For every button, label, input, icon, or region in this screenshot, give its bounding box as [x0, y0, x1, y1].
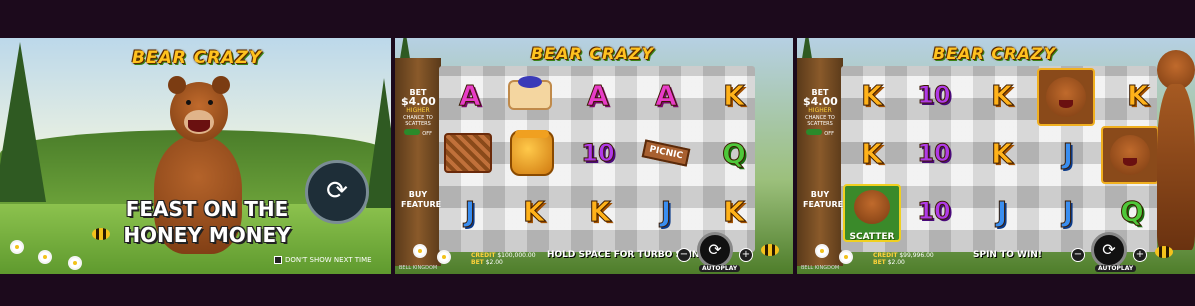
- credit-value: $100,000.00: [497, 252, 536, 259]
- symbol-10: 10: [917, 197, 951, 226]
- bee-icon: [761, 244, 779, 256]
- symbol-k: K: [723, 194, 746, 228]
- daisy-icon: [40, 252, 50, 262]
- credit-value: $99,996.00: [899, 252, 934, 259]
- brand-label: BELL KINGDOM: [399, 265, 438, 271]
- symbol-j: J: [996, 194, 1008, 228]
- daisy-icon: [12, 242, 22, 252]
- scatter-bear-icon: SCATTER: [843, 184, 901, 242]
- symbol-k: K: [991, 78, 1014, 112]
- chance-label: CHANCE TO SCATTERS: [403, 115, 433, 127]
- symbol-k: K: [861, 78, 884, 112]
- bet-bottom-value: $2.00: [887, 259, 905, 266]
- status-message: SPIN TO WIN!: [973, 250, 1042, 260]
- dont-show-toggle[interactable]: DON'T SHOW NEXT TIME: [274, 256, 372, 264]
- decrease-bet-button[interactable]: −: [1071, 248, 1085, 262]
- bet-bottom-label: BET: [873, 259, 886, 266]
- picnic-sign-text: PICNIC: [641, 139, 691, 167]
- toggle-state: OFF: [824, 131, 834, 137]
- buy-label: BUY: [810, 190, 830, 199]
- feature-label: FEATURE: [401, 200, 442, 209]
- bear-mascot: [1157, 50, 1195, 250]
- dont-show-label: DON'T SHOW NEXT TIME: [285, 256, 372, 264]
- pine-tree: [366, 78, 391, 208]
- bear-wild-icon: [1037, 68, 1095, 126]
- symbol-k: K: [589, 194, 612, 228]
- autoplay-button[interactable]: AUTOPLAY: [699, 265, 741, 272]
- symbol-j: J: [1062, 194, 1074, 228]
- tagline-line-1: FEAST ON THE: [125, 197, 289, 221]
- symbol-j: J: [660, 194, 672, 228]
- symbol-k: K: [723, 78, 746, 112]
- symbol-j: J: [464, 194, 476, 228]
- ante-toggle[interactable]: [404, 129, 421, 135]
- intro-screen[interactable]: BEAR CRAZY FEAST ON THE HONEY MONEY ⟳ DO…: [0, 38, 391, 274]
- picnic-basket-icon: [441, 126, 495, 180]
- bear-wild-icon: [1101, 126, 1159, 184]
- balance-readout: CREDIT $100,000.00 BET $2.00: [471, 252, 536, 266]
- continue-spin-icon[interactable]: ⟳: [305, 160, 369, 224]
- game-logo: BEAR CRAZY: [531, 44, 655, 63]
- game-logo: BEAR CRAZY: [933, 44, 1057, 63]
- toggle-state: OFF: [422, 131, 432, 137]
- picnic-sign-icon: PICNIC: [639, 126, 693, 180]
- blueberry-pie-icon: [503, 68, 557, 122]
- symbol-10: 10: [917, 81, 951, 110]
- ante-bet-panel[interactable]: BET $4.00 HIGHER CHANCE TO SCATTERS OFF: [401, 88, 436, 138]
- bet-value: $4.00: [803, 95, 838, 108]
- symbol-a: A: [459, 78, 482, 112]
- game-screen-2: BEAR CRAZY BET $4.00 HIGHER CHANCE TO SC…: [797, 38, 1195, 274]
- symbol-k: K: [991, 136, 1014, 170]
- symbol-j: J: [1062, 136, 1074, 170]
- bee-icon: [92, 228, 110, 240]
- scatter-label: SCATTER: [849, 232, 895, 242]
- decrease-bet-button[interactable]: −: [677, 248, 691, 262]
- honey-jar-icon: [505, 126, 559, 180]
- balance-readout: CREDIT $99,996.00 BET $2.00: [873, 252, 934, 266]
- ante-toggle[interactable]: [806, 129, 823, 135]
- bet-bottom-label: BET: [471, 259, 484, 266]
- symbol-q: Q: [1120, 194, 1145, 228]
- tagline: FEAST ON THE HONEY MONEY: [118, 196, 296, 248]
- daisy-icon: [70, 258, 80, 268]
- game-logo: BEAR CRAZY: [132, 48, 263, 68]
- chance-label: CHANCE TO SCATTERS: [805, 115, 835, 127]
- buy-label: BUY: [408, 190, 428, 199]
- autoplay-button[interactable]: AUTOPLAY: [1095, 265, 1137, 272]
- bet-value: $4.00: [401, 95, 436, 108]
- bee-icon: [1155, 246, 1173, 258]
- tagline-line-2: HONEY MONEY: [123, 223, 291, 247]
- symbol-k: K: [861, 136, 884, 170]
- credit-label: CREDIT: [873, 252, 898, 259]
- pine-tree: [0, 42, 46, 202]
- increase-bet-button[interactable]: +: [739, 248, 753, 262]
- buy-feature-button[interactable]: BUY FEATURE: [803, 190, 844, 210]
- increase-bet-button[interactable]: +: [1133, 248, 1147, 262]
- symbol-10: 10: [581, 139, 615, 168]
- spin-button[interactable]: ⟳: [1091, 232, 1127, 268]
- checkbox[interactable]: [274, 256, 282, 264]
- symbol-a: A: [587, 78, 610, 112]
- buy-feature-button[interactable]: BUY FEATURE: [401, 190, 442, 210]
- symbol-a: A: [655, 78, 678, 112]
- bet-bottom-value: $2.00: [485, 259, 503, 266]
- daisy-icon: [841, 252, 851, 262]
- daisy-icon: [817, 246, 827, 256]
- daisy-icon: [439, 252, 449, 262]
- game-screen-1: BEAR CRAZY BET $4.00 HIGHER CHANCE TO SC…: [395, 38, 793, 274]
- ante-bet-panel[interactable]: BET $4.00 HIGHER CHANCE TO SCATTERS OFF: [803, 88, 838, 138]
- symbol-10: 10: [917, 139, 951, 168]
- spin-button[interactable]: ⟳: [697, 232, 733, 268]
- credit-label: CREDIT: [471, 252, 496, 259]
- feature-label: FEATURE: [803, 200, 844, 209]
- brand-label: BELL KINGDOM: [801, 265, 840, 271]
- symbol-q: Q: [722, 136, 747, 170]
- daisy-icon: [415, 246, 425, 256]
- symbol-k: K: [523, 194, 546, 228]
